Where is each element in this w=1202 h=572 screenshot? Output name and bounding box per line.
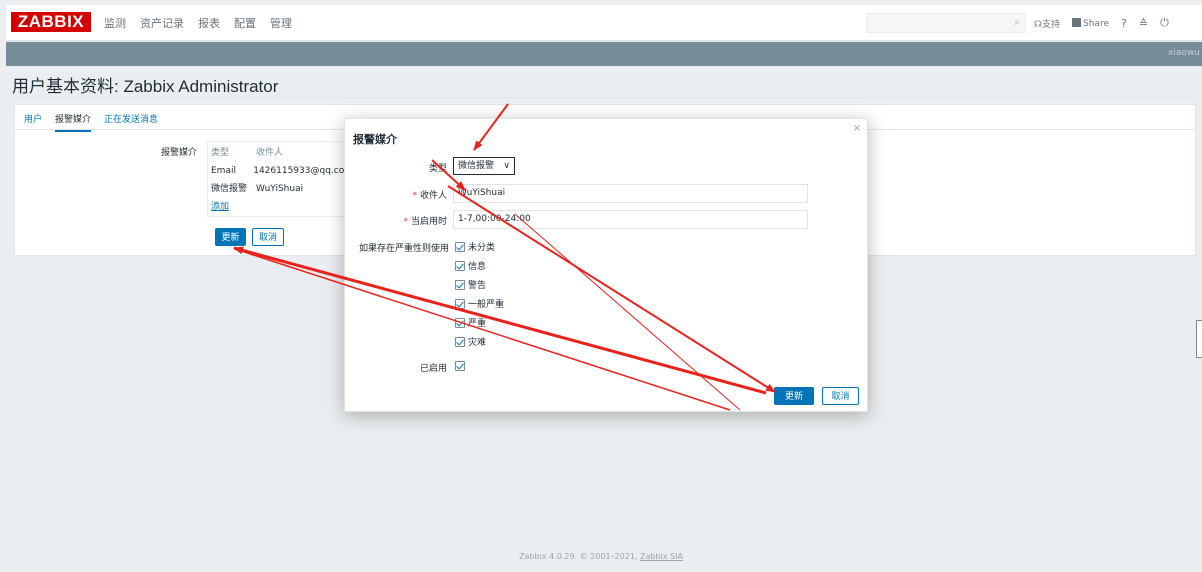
when-active-label: * 当启用时 <box>403 217 447 227</box>
menu-item-reports[interactable]: 报表 <box>198 15 220 31</box>
media-field-label: 报警媒介 <box>161 148 198 158</box>
recipient-label: * 收件人 <box>412 191 447 201</box>
media-type-cell: 微信报警 <box>211 184 248 194</box>
recipient-input[interactable]: WuYiShuai <box>453 184 808 203</box>
table-row: 添加 <box>211 201 353 219</box>
dialog-cancel-button[interactable]: 取消 <box>822 387 859 405</box>
enabled-checkbox[interactable] <box>455 361 465 371</box>
severity-label: 如果存在严重性则使用 <box>358 244 449 254</box>
table-row: 微信报警 WuYiShuai <box>211 183 353 201</box>
zabbix-logo[interactable]: ZABBIX <box>11 12 91 32</box>
cancel-button[interactable]: 取消 <box>252 228 284 246</box>
table-header: 类型 收件人 <box>211 147 353 165</box>
checkbox[interactable] <box>455 279 465 290</box>
severity-checkbox-average[interactable]: 一般严重 <box>455 297 504 310</box>
severity-checkbox-warning[interactable]: 警告 <box>455 278 486 291</box>
enabled-label: 已启用 <box>419 364 447 374</box>
type-label: 类型 <box>428 164 447 174</box>
page-title: 用户基本资料: Zabbix Administrator <box>12 77 279 96</box>
severity-checkbox-disaster[interactable]: 灾难 <box>455 335 486 348</box>
username-label: xiaowu <box>1168 48 1200 58</box>
share-icon <box>1072 17 1082 27</box>
search-input[interactable]: ⌕ <box>866 13 1026 33</box>
media-dialog: 报警媒介 × 类型 微信报警 ∨ * 收件人 WuYiShuai * 当启用时 … <box>344 118 868 412</box>
severity-checkbox-high[interactable]: 严重 <box>455 316 486 329</box>
menu-item-monitoring[interactable]: 监测 <box>104 15 126 31</box>
close-icon[interactable]: × <box>853 123 861 134</box>
media-type-cell: Email <box>211 166 236 176</box>
user-tools: ☊支持 Share ? ≙ ⏻ <box>1034 16 1169 30</box>
side-panel-handle[interactable] <box>1196 320 1202 358</box>
column-header-type: 类型 <box>211 148 230 158</box>
checkbox[interactable] <box>455 336 465 347</box>
headset-icon: ☊ <box>1034 19 1042 30</box>
column-header-recipient: 收件人 <box>256 148 284 158</box>
severity-checkbox-information[interactable]: 信息 <box>455 259 486 272</box>
help-icon[interactable]: ? <box>1121 17 1127 30</box>
form-buttons: 更新 取消 <box>215 228 284 246</box>
add-media-link[interactable]: 添加 <box>211 201 229 219</box>
checkbox[interactable] <box>455 260 465 271</box>
support-link[interactable]: ☊支持 <box>1034 17 1060 30</box>
footer: Zabbix 4.0.29. © 2001–2021, Zabbix SIA <box>519 552 683 561</box>
table-row: Email 1426115933@qq.com <box>211 165 353 183</box>
top-navigation-bar: ZABBIX 监测 资产记录 报表 配置 管理 ⌕ ☊支持 Share ? ≙ … <box>6 5 1202 41</box>
user-bar: xiaowu <box>6 42 1202 66</box>
type-select[interactable]: 微信报警 ∨ <box>453 157 515 175</box>
main-menu: 监测 资产记录 报表 配置 管理 <box>104 15 292 31</box>
power-icon[interactable]: ⏻ <box>1160 16 1169 30</box>
checkbox[interactable] <box>455 298 465 309</box>
checkbox[interactable] <box>455 361 465 371</box>
chevron-down-icon: ∨ <box>503 161 510 171</box>
type-selected-value: 微信报警 <box>458 161 495 171</box>
media-recipient-cell: 1426115933@qq.com <box>253 166 353 176</box>
footer-link[interactable]: Zabbix SIA <box>640 552 683 561</box>
dialog-update-button[interactable]: 更新 <box>774 387 814 405</box>
dialog-buttons: 更新 取消 <box>774 387 859 405</box>
when-active-input[interactable]: 1-7,00:00-24:00 <box>453 210 808 229</box>
menu-item-administration[interactable]: 管理 <box>270 15 292 31</box>
menu-item-inventory[interactable]: 资产记录 <box>140 15 184 31</box>
title-divider <box>12 97 1196 98</box>
share-link[interactable]: Share <box>1072 17 1109 29</box>
menu-item-configuration[interactable]: 配置 <box>234 15 256 31</box>
update-button[interactable]: 更新 <box>215 228 246 246</box>
person-icon[interactable]: ≙ <box>1139 17 1148 30</box>
media-recipient-cell: WuYiShuai <box>256 184 304 194</box>
dialog-title: 报警媒介 <box>353 133 397 146</box>
severity-checkbox-not-classified[interactable]: 未分类 <box>455 240 495 253</box>
search-icon[interactable]: ⌕ <box>1014 17 1020 28</box>
media-table: 类型 收件人 Email 1426115933@qq.com 微信报警 WuYi… <box>207 141 357 217</box>
checkbox[interactable] <box>455 317 465 328</box>
checkbox[interactable] <box>455 241 465 252</box>
